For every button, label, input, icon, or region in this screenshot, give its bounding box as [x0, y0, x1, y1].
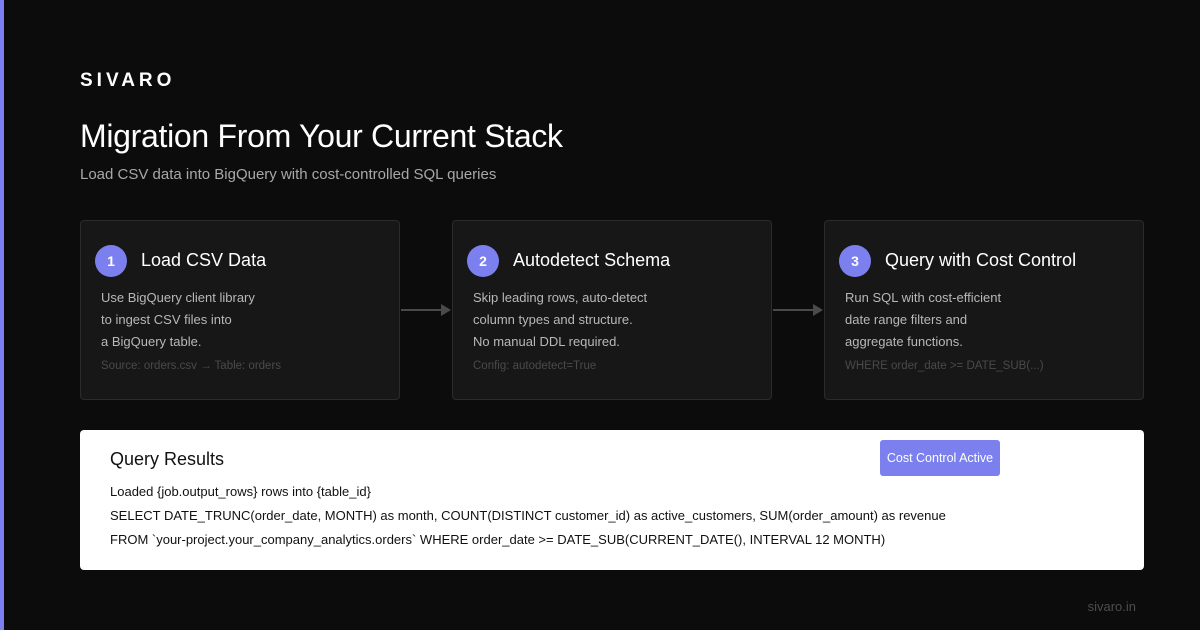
step-card-autodetect-schema: 2 Autodetect Schema Skip leading rows, a… — [452, 220, 772, 400]
step-number-badge: 2 — [467, 245, 499, 277]
results-line: FROM `your-project.your_company_analytic… — [110, 532, 886, 547]
step-meta: WHERE order_date >= DATE_SUB(...) — [845, 360, 1044, 372]
step-title: Autodetect Schema — [513, 250, 671, 270]
arrow-connector — [401, 304, 451, 316]
step-description-line: Skip leading rows, auto-detect — [473, 290, 648, 305]
results-output: Loaded {job.output_rows} rows into {tabl… — [110, 480, 946, 552]
step-description: Use BigQuery client library to ingest CS… — [101, 287, 255, 353]
step-number-badge: 3 — [839, 245, 871, 277]
step-description: Run SQL with cost-efficient date range f… — [845, 287, 1001, 353]
step-meta: Config: autodetect=True — [473, 360, 597, 372]
step-card-query-cost-control: 3 Query with Cost Control Run SQL with c… — [824, 220, 1144, 400]
page-title: Migration From Your Current Stack — [80, 118, 563, 154]
step-description-line: date range filters and — [845, 312, 968, 327]
step-description-line: a BigQuery table. — [101, 334, 202, 349]
step-meta: Source: orders.csv → Table: orders — [101, 360, 282, 372]
step-description-line: aggregate functions. — [845, 334, 963, 349]
step-description-line: Run SQL with cost-efficient — [845, 290, 1002, 305]
arrow-connector — [773, 304, 823, 316]
step-title: Query with Cost Control — [885, 250, 1077, 270]
step-description-line: Use BigQuery client library — [101, 290, 255, 305]
results-title: Query Results — [110, 449, 225, 469]
step-description-line: column types and structure. — [473, 312, 633, 327]
query-results-panel: Query Results Cost Control Active Loaded… — [80, 430, 1144, 570]
cost-control-badge: Cost Control Active — [880, 440, 1000, 476]
step-title: Load CSV Data — [141, 250, 267, 270]
step-description-line: No manual DDL required. — [473, 334, 620, 349]
step-number-badge: 1 — [95, 245, 127, 277]
step-card-load-csv: 1 Load CSV Data Use BigQuery client libr… — [80, 220, 400, 400]
step-description-line: to ingest CSV files into — [101, 312, 232, 327]
accent-bar — [0, 0, 4, 630]
results-line: SELECT DATE_TRUNC(order_date, MONTH) as … — [110, 508, 946, 523]
footer-url: sivaro.in — [1087, 599, 1136, 614]
brand-logo: SIVARO — [80, 70, 176, 91]
results-line: Loaded {job.output_rows} rows into {tabl… — [110, 484, 371, 499]
step-description: Skip leading rows, auto-detect column ty… — [473, 287, 647, 353]
page-subtitle: Load CSV data into BigQuery with cost-co… — [80, 166, 497, 183]
